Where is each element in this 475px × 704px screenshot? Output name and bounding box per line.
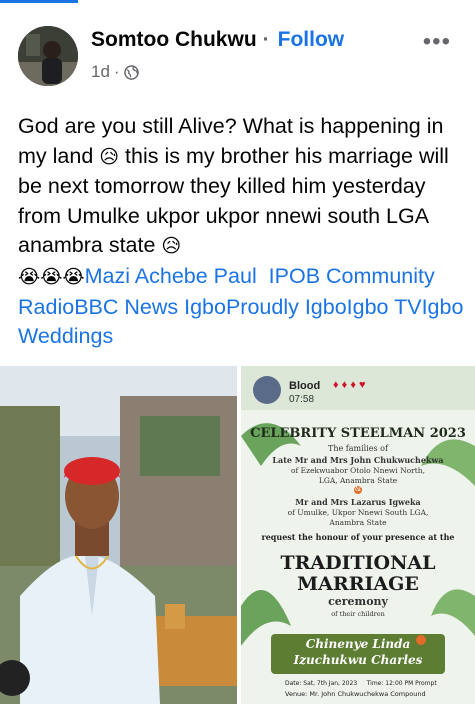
follow-button[interactable]: Follow [278, 28, 345, 51]
invite-title-marriage: MARRIAGE [297, 573, 419, 595]
invite-date-line: Date: Sat, 7th Jan, 2023 Time: 12:00 PM … [285, 680, 437, 687]
invite-title-traditional: TRADITIONAL [280, 552, 436, 574]
invite-line-6: of Umulke, Ukpor Nnewi South LGA, [287, 508, 429, 517]
invite-request: request the honour of your presence at t… [261, 532, 455, 542]
post-text: God are you still Alive? What is happeni… [18, 112, 468, 352]
dot-separator: · [262, 28, 270, 51]
groom-photo-illustration [0, 366, 237, 704]
crying-emoji-icon: 😭 [18, 265, 41, 288]
story-name: Blood [289, 380, 321, 392]
photo-groom[interactable] [0, 366, 237, 704]
couple-name-1: Chinenye Linda [305, 637, 411, 651]
top-accent-bar [0, 0, 78, 3]
invite-title-ceremony: ceremony [328, 595, 388, 608]
invite-header: CELEBRITY STEELMAN 2023 [250, 426, 466, 441]
invite-ampersand: & [354, 485, 362, 493]
globe-icon [123, 64, 139, 80]
author-name[interactable]: Somtoo Chukwu [91, 28, 257, 51]
invite-line-5: Mr and Mrs Lazarus Igweka [295, 497, 421, 507]
heart-icons: ♦ ♦ ♦ ♥ [333, 379, 366, 391]
more-options-icon[interactable]: ••• [423, 28, 451, 56]
crying-emoji-icon: 😭 [40, 265, 63, 288]
tag-link[interactable]: BBC News Igbo [74, 295, 226, 319]
dot-separator: · [113, 62, 120, 81]
author-row: Somtoo Chukwu · Follow [91, 28, 344, 52]
story-time: 07:58 [289, 394, 315, 405]
post-header: Somtoo Chukwu · Follow ••• 1d · [18, 26, 461, 86]
couple-name-2: Izuchukwu Charles [293, 653, 423, 667]
invite-venue-line: Venue: Mr. John Chukwuchekwa Compound [285, 690, 426, 698]
sad-emoji-icon: 😥 [161, 235, 182, 258]
invite-line-3: of Ezekwuabor Otolo Nnewi North, [291, 466, 425, 475]
invite-of-children: of their children [331, 610, 385, 618]
tag-link[interactable]: Mazi Achebe Paul [85, 264, 257, 288]
invite-line-4: LGA, Anambra State [318, 476, 398, 485]
avatar-image [18, 26, 78, 86]
invite-line-7: Anambra State [329, 518, 387, 527]
tag-link[interactable]: Proudly Igbo [226, 295, 347, 319]
invite-line-1: The families of [328, 444, 388, 453]
tag-link[interactable]: Igbo TV [347, 295, 422, 319]
photo-invitation[interactable]: Blood ♦ ♦ ♦ ♥ 07:58 CELEBRITY STEELMAN 2… [241, 366, 475, 704]
invite-line-2: Late Mr and Mrs John Chukwuchekwa [272, 455, 444, 465]
crying-emoji-icon: 😭 [62, 265, 85, 288]
avatar[interactable] [18, 26, 78, 86]
sad-emoji-icon: 😥 [99, 145, 120, 168]
post-meta: 1d · [91, 62, 139, 82]
post-time[interactable]: 1d [91, 62, 110, 82]
